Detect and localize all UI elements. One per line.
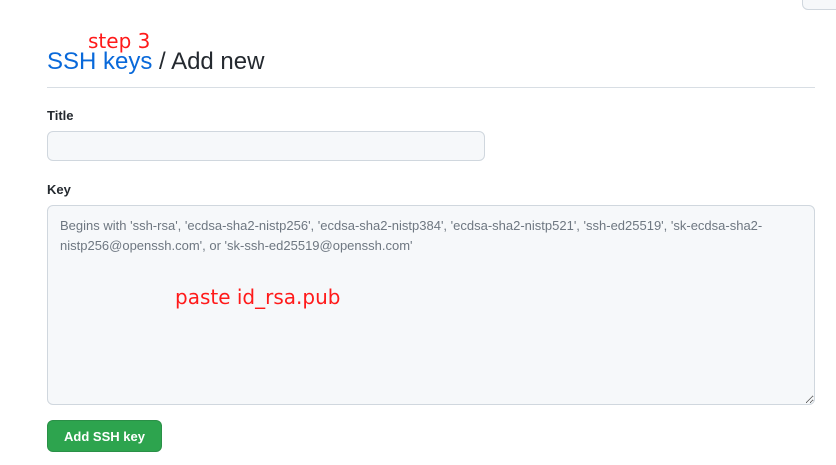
breadcrumb-separator: / [152,48,172,75]
paste-annotation: paste id_rsa.pub [175,285,341,309]
ssh-keys-breadcrumb-link[interactable]: SSH keys [47,48,152,75]
breadcrumb-current: Add new [171,48,265,75]
add-ssh-key-button[interactable]: Add SSH key [47,420,162,452]
title-input[interactable] [47,131,485,161]
page: step 3 SSH keys / Add new Title Key past… [0,0,836,465]
title-label: Title [47,108,74,123]
top-right-button[interactable] [802,0,836,10]
key-textarea[interactable] [47,205,815,405]
key-label: Key [47,182,71,197]
header-divider [47,87,815,88]
page-title: SSH keys / Add new [47,48,264,76]
